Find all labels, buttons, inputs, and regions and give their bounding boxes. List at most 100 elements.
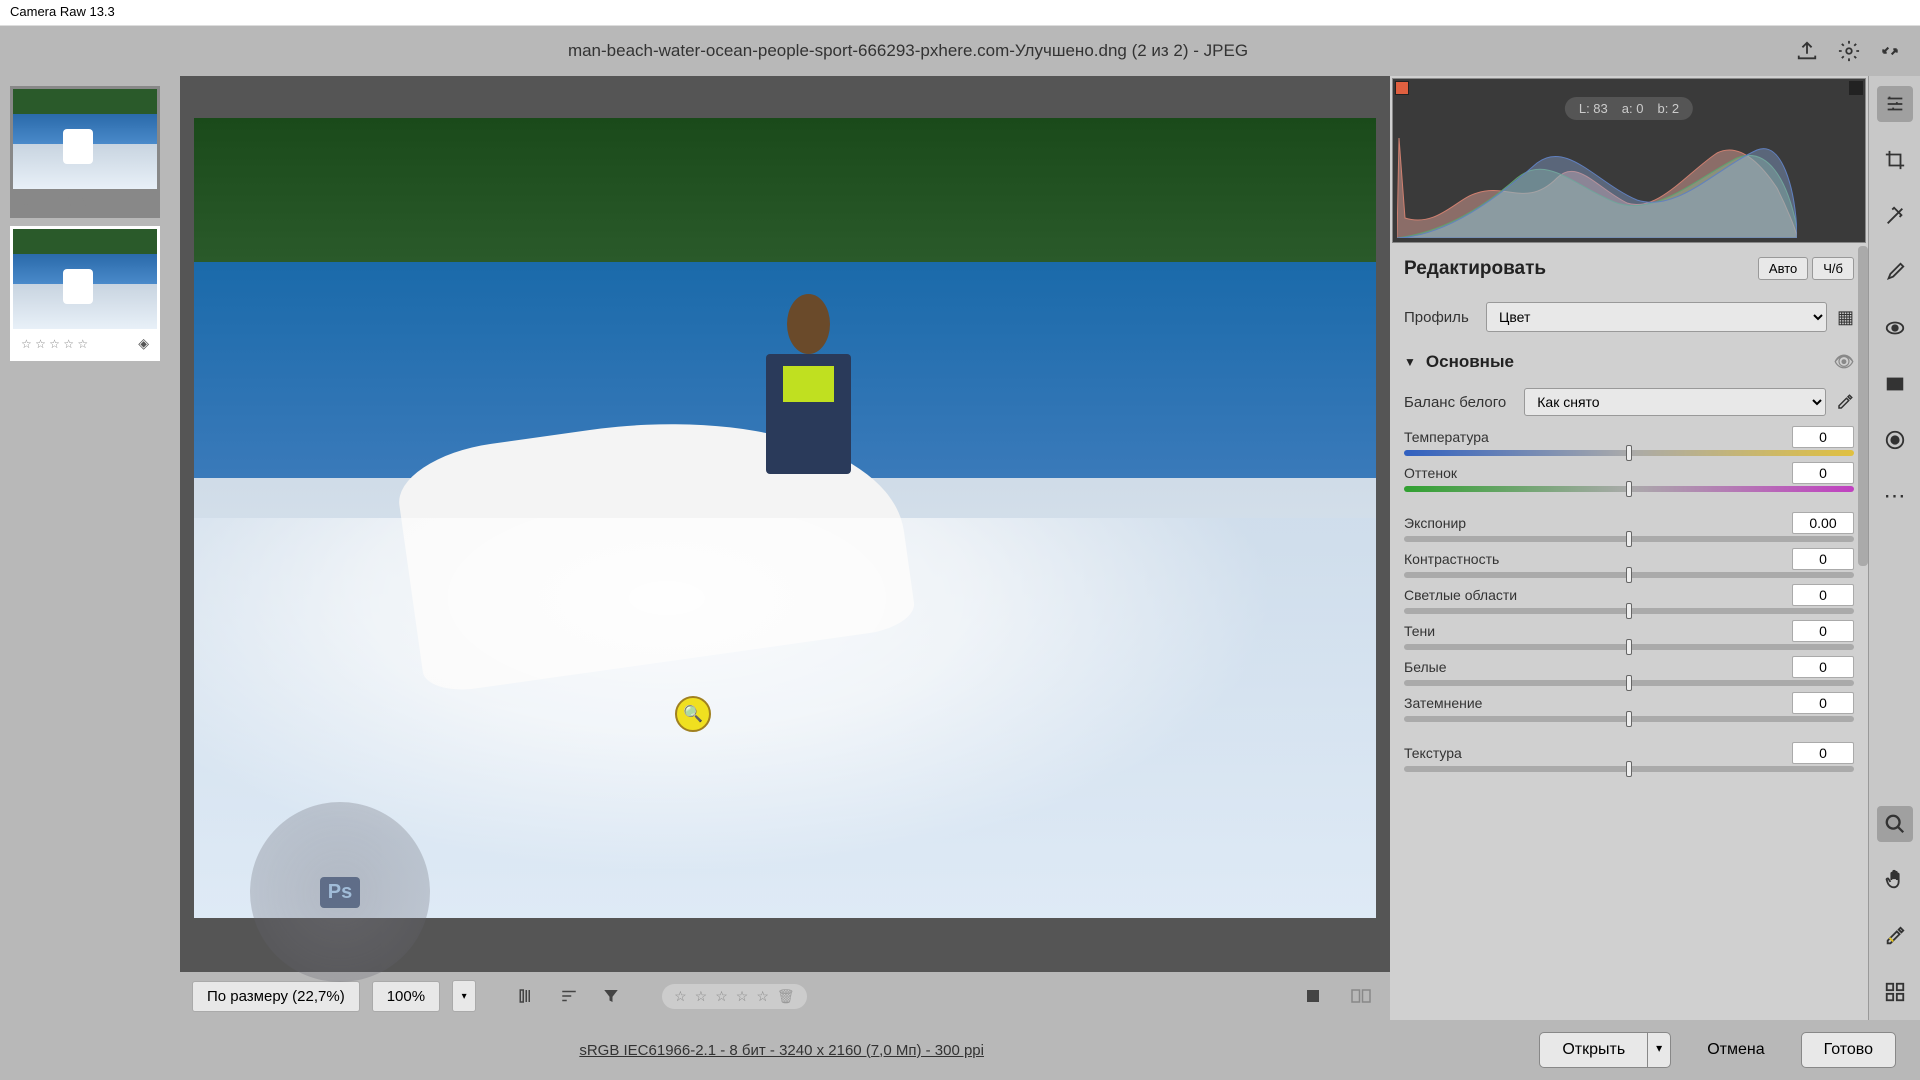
sort-icon[interactable] bbox=[554, 983, 584, 1009]
slider-Температура: Температура bbox=[1390, 422, 1868, 458]
grid-tool-icon[interactable] bbox=[1877, 974, 1913, 1010]
slider-value-input[interactable] bbox=[1792, 426, 1854, 448]
basic-accordion[interactable]: ▼ Основные 👁 bbox=[1390, 342, 1868, 382]
profile-row: Профиль Цвет ▦ bbox=[1390, 292, 1868, 342]
slider-value-input[interactable] bbox=[1792, 742, 1854, 764]
preview[interactable]: 🔍 Ps bbox=[180, 76, 1390, 972]
slider-label: Затемнение bbox=[1404, 695, 1482, 711]
filter-icon[interactable] bbox=[596, 983, 626, 1009]
right-panel: L: 83a: 0b: 2 Редактировать Авто Ч/б bbox=[1390, 76, 1920, 1020]
highlight-clip-icon[interactable] bbox=[1849, 81, 1863, 95]
slider-track[interactable] bbox=[1404, 450, 1854, 456]
slider-value-input[interactable] bbox=[1792, 692, 1854, 714]
thumbnail-2[interactable]: ☆ ☆ ☆ ☆ ☆ ◈ bbox=[10, 226, 160, 361]
toolstrip: ⋯ bbox=[1868, 76, 1920, 1020]
slider-thumb[interactable] bbox=[1626, 567, 1632, 583]
linear-gradient-icon[interactable] bbox=[1877, 366, 1913, 402]
zoom-100-button[interactable]: 100% bbox=[372, 981, 440, 1012]
open-dropdown[interactable]: ▾ bbox=[1647, 1032, 1671, 1068]
slider-value-input[interactable] bbox=[1792, 620, 1854, 642]
done-button[interactable]: Готово bbox=[1801, 1032, 1896, 1068]
slider-track[interactable] bbox=[1404, 680, 1854, 686]
slider-value-input[interactable] bbox=[1792, 462, 1854, 484]
slider-track[interactable] bbox=[1404, 716, 1854, 722]
slider-label: Оттенок bbox=[1404, 465, 1457, 481]
slider-label: Текстура bbox=[1404, 745, 1462, 761]
slider-thumb[interactable] bbox=[1626, 603, 1632, 619]
rating-stars[interactable]: ☆ ☆ ☆ ☆ ☆ bbox=[21, 195, 88, 209]
zoom-dropdown[interactable]: ▾ bbox=[452, 980, 476, 1012]
slider-thumb[interactable] bbox=[1626, 445, 1632, 461]
brush-tool-icon[interactable] bbox=[1877, 254, 1913, 290]
slider-thumb[interactable] bbox=[1626, 481, 1632, 497]
bw-button[interactable]: Ч/б bbox=[1812, 257, 1854, 280]
crop-tool-icon[interactable] bbox=[1877, 142, 1913, 178]
rating-bar[interactable]: ☆☆☆☆☆ 🗑 bbox=[662, 984, 807, 1009]
thumbnail-1[interactable]: ☆ ☆ ☆ ☆ ☆ bbox=[10, 86, 160, 218]
slider-label: Контрастность bbox=[1404, 551, 1499, 567]
slider-label: Температура bbox=[1404, 429, 1489, 445]
slider-value-input[interactable] bbox=[1792, 548, 1854, 570]
profile-label: Профиль bbox=[1404, 309, 1476, 326]
slider-thumb[interactable] bbox=[1626, 711, 1632, 727]
slider-label: Тени bbox=[1404, 623, 1435, 639]
delete-icon[interactable]: 🗑 bbox=[777, 988, 795, 1005]
heal-tool-icon[interactable] bbox=[1877, 198, 1913, 234]
toggle-panels-icon[interactable] bbox=[512, 983, 542, 1009]
rating-stars[interactable]: ☆ ☆ ☆ ☆ ☆ bbox=[21, 337, 88, 351]
slider-value-input[interactable] bbox=[1792, 512, 1854, 534]
slider-thumb[interactable] bbox=[1626, 761, 1632, 777]
export-icon[interactable] bbox=[1796, 40, 1818, 62]
auto-button[interactable]: Авто bbox=[1758, 257, 1808, 280]
slider-Белые: Белые bbox=[1390, 652, 1868, 688]
histogram[interactable]: L: 83a: 0b: 2 bbox=[1392, 78, 1866, 243]
edit-tool-icon[interactable] bbox=[1877, 86, 1913, 122]
panel-scrollbar[interactable] bbox=[1858, 246, 1868, 566]
slider-thumb[interactable] bbox=[1626, 675, 1632, 691]
slider-track[interactable] bbox=[1404, 608, 1854, 614]
slider-track[interactable] bbox=[1404, 644, 1854, 650]
slider-track[interactable] bbox=[1404, 536, 1854, 542]
hand-tool-icon[interactable] bbox=[1877, 862, 1913, 898]
app-frame: man-beach-water-ocean-people-sport-66629… bbox=[0, 26, 1920, 1080]
edit-badge-icon: ◈ bbox=[138, 335, 149, 352]
main-area: ☆ ☆ ☆ ☆ ☆ ☆ ☆ ☆ ☆ ☆◈ 🔍 Ps По разме bbox=[0, 76, 1920, 1020]
slider-label: Экспонир bbox=[1404, 515, 1466, 531]
slider-Экспонир: Экспонир bbox=[1390, 508, 1868, 544]
before-after-split-icon[interactable] bbox=[1344, 983, 1378, 1009]
zoom-fit-button[interactable]: По размеру (22,7%) bbox=[192, 981, 360, 1012]
more-icon[interactable]: ⋯ bbox=[1877, 478, 1913, 514]
settings-icon[interactable] bbox=[1838, 40, 1860, 62]
slider-track[interactable] bbox=[1404, 766, 1854, 772]
titlebar: Camera Raw 13.3 bbox=[0, 0, 1920, 26]
profile-browser-icon[interactable]: ▦ bbox=[1837, 307, 1854, 328]
top-icons bbox=[1796, 40, 1900, 62]
slider-Затемнение: Затемнение bbox=[1390, 688, 1868, 724]
visibility-icon[interactable]: 👁 bbox=[1834, 352, 1854, 372]
open-button[interactable]: Открыть bbox=[1539, 1032, 1647, 1068]
sampler-tool-icon[interactable] bbox=[1877, 918, 1913, 954]
edit-title: Редактировать bbox=[1404, 258, 1546, 280]
slider-track[interactable] bbox=[1404, 572, 1854, 578]
shadow-clip-icon[interactable] bbox=[1395, 81, 1409, 95]
redeye-tool-icon[interactable] bbox=[1877, 310, 1913, 346]
eyedropper-icon[interactable] bbox=[1836, 393, 1854, 411]
slider-track[interactable] bbox=[1404, 486, 1854, 492]
slider-value-input[interactable] bbox=[1792, 656, 1854, 678]
profile-select[interactable]: Цвет bbox=[1486, 302, 1827, 332]
slider-Контрастность: Контрастность bbox=[1390, 544, 1868, 580]
cancel-button[interactable]: Отмена bbox=[1685, 1033, 1786, 1067]
metadata-link[interactable]: sRGB IEC61966-2.1 - 8 бит - 3240 x 2160 … bbox=[24, 1042, 1539, 1059]
zoom-tool-icon[interactable] bbox=[1877, 806, 1913, 842]
slider-value-input[interactable] bbox=[1792, 584, 1854, 606]
radial-gradient-icon[interactable] bbox=[1877, 422, 1913, 458]
top-header: man-beach-water-ocean-people-sport-66629… bbox=[0, 26, 1920, 76]
slider-thumb[interactable] bbox=[1626, 531, 1632, 547]
before-after-single-icon[interactable] bbox=[1298, 983, 1328, 1009]
fullscreen-icon[interactable] bbox=[1880, 41, 1900, 61]
wb-select[interactable]: Как снято bbox=[1524, 388, 1826, 416]
slider-Светлые области: Светлые области bbox=[1390, 580, 1868, 616]
bottom-bar: sRGB IEC61966-2.1 - 8 бит - 3240 x 2160 … bbox=[0, 1020, 1920, 1080]
slider-thumb[interactable] bbox=[1626, 639, 1632, 655]
edit-header: Редактировать Авто Ч/б bbox=[1390, 245, 1868, 292]
